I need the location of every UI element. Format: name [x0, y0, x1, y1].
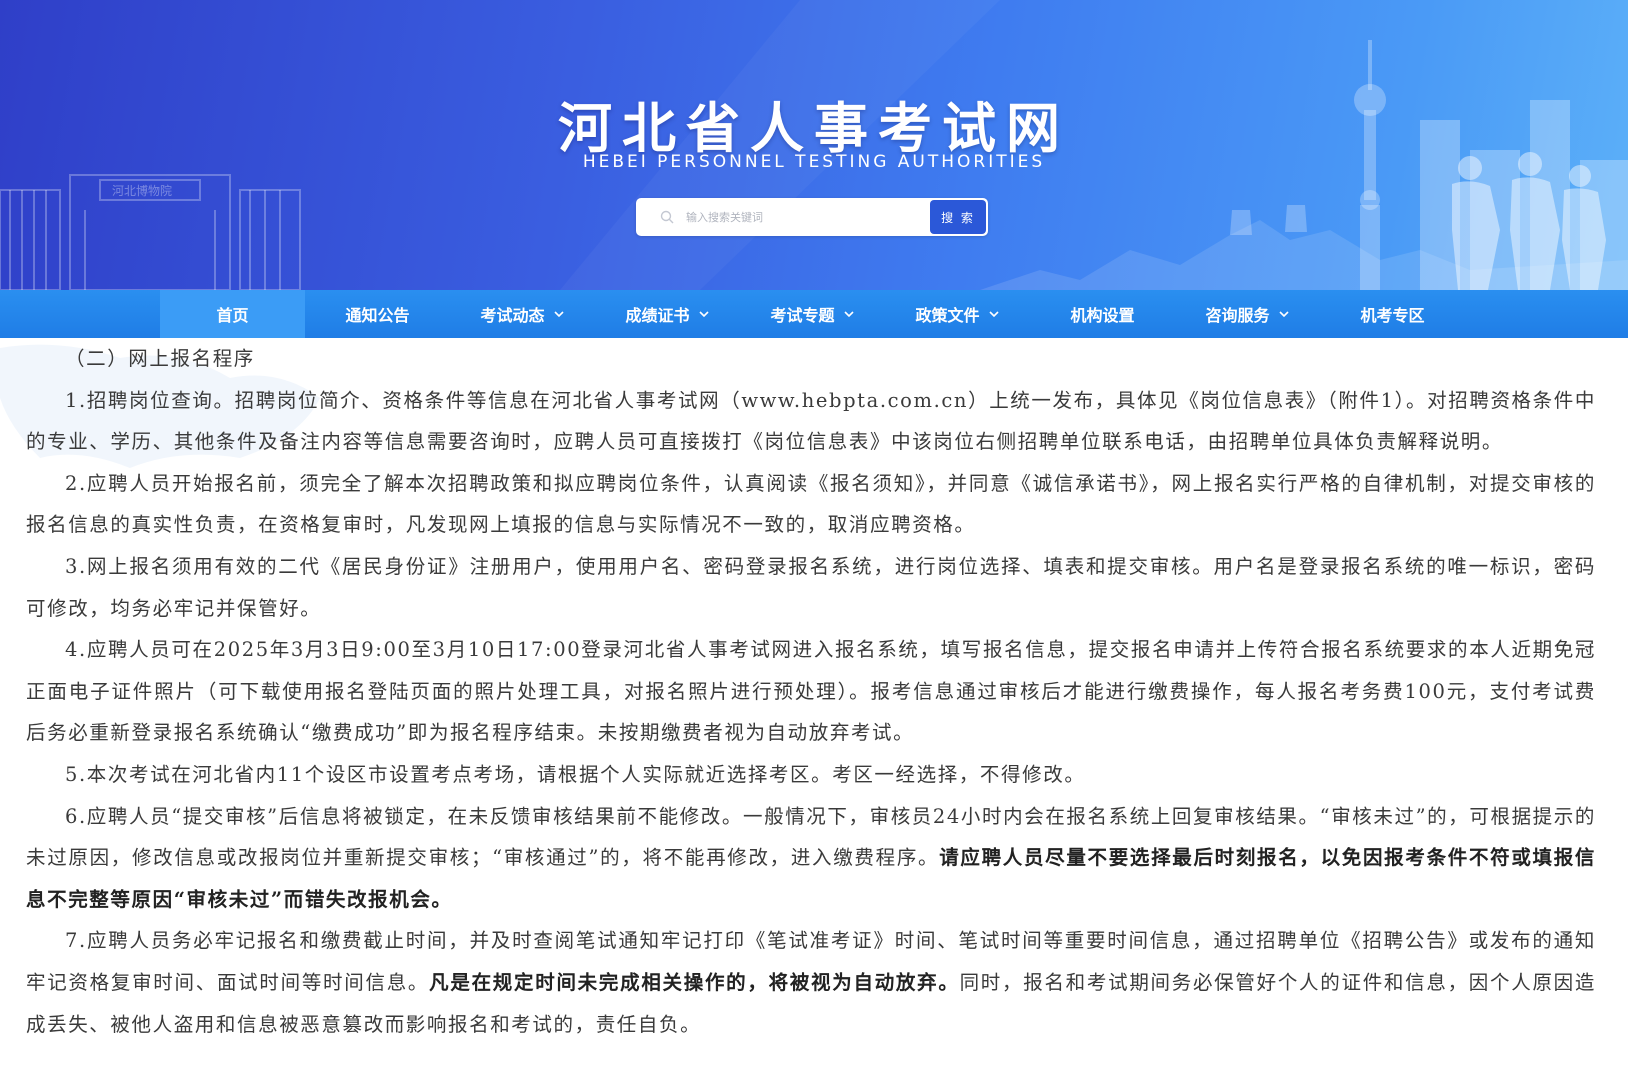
nav-item-label: 政策文件	[915, 306, 980, 325]
emphasis-text: 凡是在规定时间未完成相关操作的，将被视为自动放弃。	[429, 970, 960, 994]
article-body: （二）网上报名程序 1.招聘岗位查询。招聘岗位简介、资格条件等信息在河北省人事考…	[26, 338, 1596, 1045]
header-banner: 河北博物院 河北省人事考试网 HEBEI PERSONNEL TESTING A…	[0, 0, 1628, 290]
nav-item-notices[interactable]: 通知公告	[305, 290, 450, 338]
search-icon	[652, 198, 682, 236]
chevron-down-icon	[988, 308, 1000, 320]
site-subtitle: HEBEI PERSONNEL TESTING AUTHORITIES	[582, 152, 1046, 172]
nav-item-computer-exam[interactable]: 机考专区	[1320, 290, 1465, 338]
nav-item-label: 咨询服务	[1205, 306, 1270, 325]
section-heading: （二）网上报名程序	[65, 347, 255, 370]
main-nav: 首页 通知公告 考试动态 成绩证书 考试专题 政策文件 机构设置 咨询服务 机考…	[0, 290, 1628, 338]
nav-item-scores-certificates[interactable]: 成绩证书	[595, 290, 740, 338]
article-paragraph: 3.网上报名须用有效的二代《居民身份证》注册用户，使用用户名、密码登录报名系统，…	[26, 554, 1596, 620]
article-paragraph: 6.应聘人员“提交审核”后信息将被锁定，在未反馈审核结果前不能修改。一般情况下，…	[26, 804, 1596, 911]
chevron-down-icon	[1278, 308, 1290, 320]
chevron-down-icon	[698, 308, 710, 320]
nav-item-label: 成绩证书	[625, 306, 690, 325]
article-paragraph: 5.本次考试在河北省内11个设区市设置考点考场，请根据个人实际就近选择考区。考区…	[65, 762, 1086, 786]
nav-item-organization[interactable]: 机构设置	[1030, 290, 1175, 338]
nav-item-consulting[interactable]: 咨询服务	[1175, 290, 1320, 338]
nav-item-policy-documents[interactable]: 政策文件	[885, 290, 1030, 338]
search-input[interactable]	[682, 198, 930, 236]
nav-item-label: 通知公告	[345, 306, 410, 325]
banner-sign-text: 河北博物院	[112, 183, 172, 198]
nav-item-exam-topics[interactable]: 考试专题	[740, 290, 885, 338]
nav-item-label: 机考专区	[1360, 306, 1425, 325]
nav-item-label: 考试专题	[770, 306, 835, 325]
nav-item-label: 考试动态	[480, 306, 545, 325]
nav-item-exam-news[interactable]: 考试动态	[450, 290, 595, 338]
article-content: （二）网上报名程序 1.招聘岗位查询。招聘岗位简介、资格条件等信息在河北省人事考…	[0, 338, 1628, 1080]
search-button[interactable]: 搜 索	[930, 200, 986, 234]
nav-item-label: 首页	[216, 306, 249, 325]
article-paragraph: 4.应聘人员可在2025年3月3日9:00至3月10日17:00登录河北省人事考…	[26, 638, 1596, 745]
article-paragraph: 1.招聘岗位查询。招聘岗位简介、资格条件等信息在河北省人事考试网（www.heb…	[26, 388, 1596, 454]
chevron-down-icon	[843, 308, 855, 320]
chevron-down-icon	[553, 308, 565, 320]
search-box: 搜 索	[636, 198, 988, 236]
article-paragraph: 7.应聘人员务必牢记报名和缴费截止时间，并及时查阅笔试通知牢记打印《笔试准考证》…	[26, 929, 1596, 1036]
nav-item-label: 机构设置	[1070, 306, 1135, 325]
nav-item-home[interactable]: 首页	[160, 290, 305, 338]
article-paragraph: 2.应聘人员开始报名前，须完全了解本次招聘政策和拟应聘岗位条件，认真阅读《报名须…	[26, 471, 1596, 537]
